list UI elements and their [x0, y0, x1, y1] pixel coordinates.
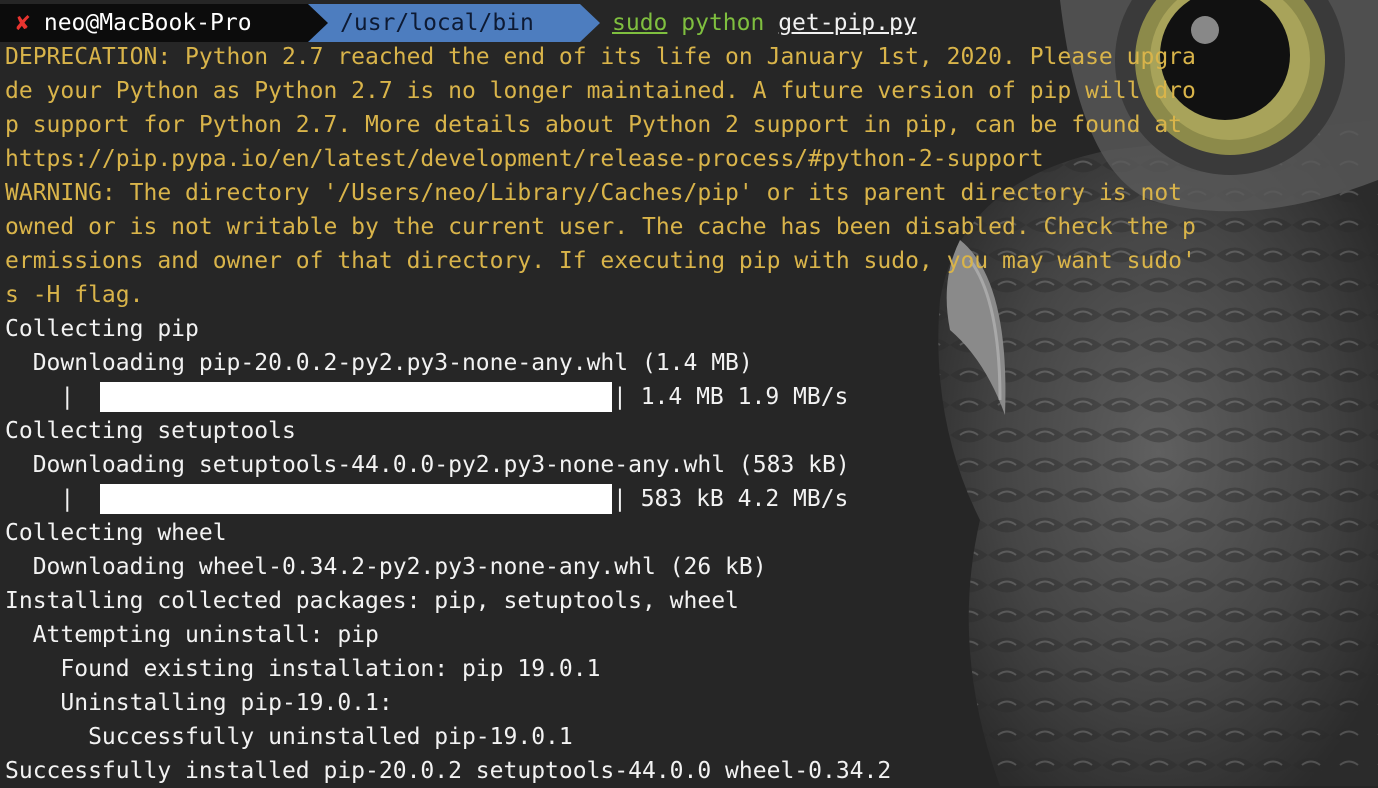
setuptools-progress-stats: | 583 kB 4.2 MB/s: [613, 486, 849, 512]
prompt-user-host: neo@MacBook-Pro: [43, 10, 252, 36]
successfully-installed-line: Successfully installed pip-20.0.2 setupt…: [5, 758, 892, 784]
pip-progress-left: |: [5, 384, 75, 410]
error-status-icon: ✘: [16, 10, 30, 36]
warning-line-2: owned or is not writable by the current …: [5, 214, 1196, 240]
deprecation-line-2: de your Python as Python 2.7 is no longe…: [5, 78, 1196, 104]
collecting-setuptools-line: Collecting setuptools: [5, 418, 296, 444]
warning-line-4: s -H flag.: [5, 282, 144, 308]
prompt-user-segment: ✘ neo@MacBook-Pro: [0, 4, 308, 42]
terminal-window[interactable]: ✘ neo@MacBook-Pro /usr/local/bin sudo pyt…: [0, 0, 1378, 786]
deprecation-line-1: DEPRECATION: Python 2.7 reached the end …: [5, 44, 1196, 70]
pip-download-progress-bar: [100, 382, 612, 412]
command-line[interactable]: sudo python get-pip.py: [612, 4, 917, 42]
powerline-separator-icon: [580, 4, 600, 42]
warning-line-1: WARNING: The directory '/Users/neo/Libra…: [5, 180, 1183, 206]
command-argument: get-pip.py: [778, 10, 917, 36]
uninstalling-line: Uninstalling pip-19.0.1:: [5, 690, 393, 716]
downloading-setuptools-line: Downloading setuptools-44.0.0-py2.py3-no…: [5, 452, 850, 478]
command-sudo: sudo: [612, 10, 668, 36]
successfully-uninstalled-line: Successfully uninstalled pip-19.0.1: [5, 724, 573, 750]
collecting-wheel-line: Collecting wheel: [5, 520, 227, 546]
prompt-cwd: /usr/local/bin: [340, 10, 534, 36]
setuptools-download-progress-bar: [100, 484, 612, 514]
collecting-pip-line: Collecting pip: [5, 316, 199, 342]
attempting-uninstall-line: Attempting uninstall: pip: [5, 622, 379, 648]
warning-line-3: ermissions and owner of that directory. …: [5, 248, 1196, 274]
deprecation-url-line: https://pip.pypa.io/en/latest/developmen…: [5, 146, 1044, 172]
deprecation-line-3: p support for Python 2.7. More details a…: [5, 112, 1183, 138]
pip-progress-stats: | 1.4 MB 1.9 MB/s: [613, 384, 849, 410]
setuptools-progress-left: |: [5, 486, 75, 512]
powerline-separator-icon: [308, 4, 328, 42]
installing-packages-line: Installing collected packages: pip, setu…: [5, 588, 739, 614]
command-interpreter: python: [681, 10, 765, 36]
downloading-pip-line: Downloading pip-20.0.2-py2.py3-none-any.…: [5, 350, 753, 376]
found-existing-line: Found existing installation: pip 19.0.1: [5, 656, 601, 682]
downloading-wheel-line: Downloading wheel-0.34.2-py2.py3-none-an…: [5, 554, 767, 580]
prompt-path-segment: /usr/local/bin: [308, 4, 580, 42]
